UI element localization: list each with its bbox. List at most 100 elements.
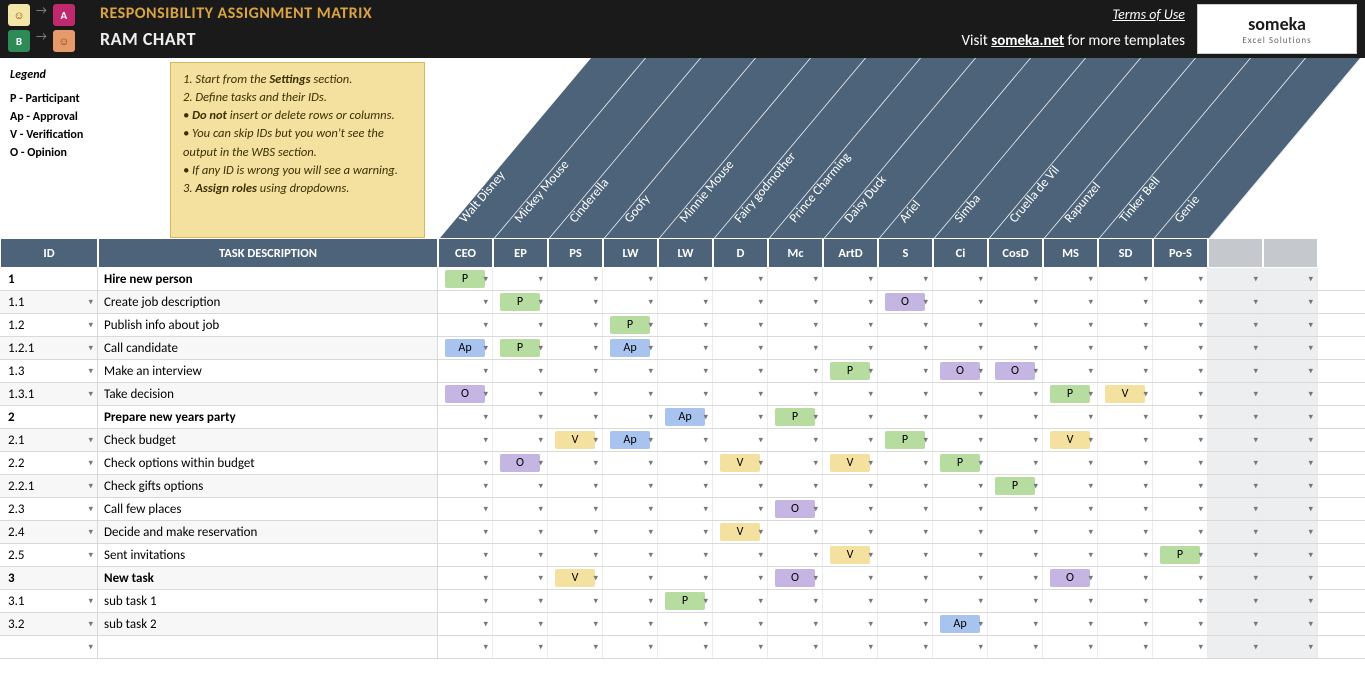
chevron-down-icon[interactable]: ▾ <box>1198 619 1203 630</box>
matrix-cell[interactable]: V▾ <box>713 521 768 543</box>
chevron-down-icon[interactable]: ▾ <box>538 297 543 308</box>
chevron-down-icon[interactable]: ▾ <box>813 504 818 515</box>
chevron-down-icon[interactable]: ▾ <box>1033 596 1038 607</box>
matrix-cell[interactable]: ▾ <box>493 475 548 497</box>
matrix-cell[interactable]: ▾ <box>1043 590 1098 612</box>
matrix-cell[interactable]: ▾ <box>1208 498 1263 520</box>
chevron-down-icon[interactable]: ▾ <box>1308 573 1313 584</box>
matrix-cell[interactable]: ▾ <box>1208 475 1263 497</box>
chevron-down-icon[interactable]: ▾ <box>923 274 928 285</box>
matrix-cell[interactable]: ▾ <box>658 521 713 543</box>
chevron-down-icon[interactable]: ▾ <box>483 343 488 354</box>
chevron-down-icon[interactable]: ▾ <box>538 596 543 607</box>
matrix-cell[interactable]: V▾ <box>713 452 768 474</box>
chevron-down-icon[interactable]: ▾ <box>648 527 653 538</box>
matrix-cell[interactable]: V▾ <box>1043 429 1098 451</box>
chevron-down-icon[interactable]: ▾ <box>1033 573 1038 584</box>
matrix-cell[interactable]: ▾ <box>548 314 603 336</box>
matrix-cell[interactable]: ▾ <box>988 268 1043 290</box>
matrix-cell[interactable]: ▾ <box>1043 475 1098 497</box>
chevron-down-icon[interactable]: ▾ <box>813 366 818 377</box>
matrix-cell[interactable]: ▾ <box>1098 406 1153 428</box>
chevron-down-icon[interactable]: ▾ <box>923 435 928 446</box>
matrix-cell[interactable]: ▾ <box>713 406 768 428</box>
matrix-cell[interactable]: P▾ <box>933 452 988 474</box>
matrix-cell[interactable]: ▾ <box>438 613 493 635</box>
chevron-down-icon[interactable]: ▾ <box>593 389 598 400</box>
chevron-down-icon[interactable]: ▾ <box>1033 366 1038 377</box>
matrix-cell[interactable]: V▾ <box>548 567 603 589</box>
matrix-cell[interactable]: ▾ <box>768 268 823 290</box>
chevron-down-icon[interactable]: ▾ <box>1033 435 1038 446</box>
chevron-down-icon[interactable]: ▾ <box>483 619 488 630</box>
matrix-cell[interactable]: ▾ <box>1043 636 1098 658</box>
chevron-down-icon[interactable]: ▾ <box>1253 481 1258 492</box>
chevron-down-icon[interactable]: ▾ <box>648 343 653 354</box>
chevron-down-icon[interactable]: ▾ <box>1198 573 1203 584</box>
chevron-down-icon[interactable]: ▾ <box>978 412 983 423</box>
chevron-down-icon[interactable]: ▾ <box>868 297 873 308</box>
matrix-cell[interactable]: ▾ <box>658 613 713 635</box>
chevron-down-icon[interactable]: ▾ <box>1033 458 1038 469</box>
matrix-cell[interactable]: ▾ <box>1098 314 1153 336</box>
chevron-down-icon[interactable]: ▾ <box>593 412 598 423</box>
chevron-down-icon[interactable]: ▾ <box>1198 389 1203 400</box>
matrix-cell[interactable]: ▾ <box>1153 452 1208 474</box>
matrix-cell[interactable]: ▾ <box>768 636 823 658</box>
chevron-down-icon[interactable]: ▾ <box>1308 642 1313 653</box>
matrix-cell[interactable]: ▾ <box>438 429 493 451</box>
matrix-cell[interactable]: ▾ <box>768 314 823 336</box>
matrix-cell[interactable]: ▾ <box>713 337 768 359</box>
chevron-down-icon[interactable]: ▾ <box>758 320 763 331</box>
id-cell[interactable]: 2.1▾ <box>0 429 98 451</box>
matrix-cell[interactable]: ▾ <box>823 613 878 635</box>
matrix-cell[interactable]: ▾ <box>1043 337 1098 359</box>
chevron-down-icon[interactable]: ▾ <box>593 481 598 492</box>
chevron-down-icon[interactable]: ▾ <box>923 642 928 653</box>
chevron-down-icon[interactable]: ▾ <box>648 550 653 561</box>
matrix-cell[interactable]: ▾ <box>438 590 493 612</box>
matrix-cell[interactable]: ▾ <box>713 291 768 313</box>
chevron-down-icon[interactable]: ▾ <box>758 596 763 607</box>
nav-a-button[interactable]: A <box>53 4 75 26</box>
id-cell[interactable]: 2 <box>0 406 98 428</box>
matrix-cell[interactable]: ▾ <box>1153 567 1208 589</box>
chevron-down-icon[interactable]: ▾ <box>1308 619 1313 630</box>
matrix-cell[interactable]: ▾ <box>933 337 988 359</box>
chevron-down-icon[interactable]: ▾ <box>978 389 983 400</box>
chevron-down-icon[interactable]: ▾ <box>1143 527 1148 538</box>
chevron-down-icon[interactable]: ▾ <box>923 481 928 492</box>
matrix-cell[interactable]: P▾ <box>878 429 933 451</box>
id-cell[interactable]: 2.4▾ <box>0 521 98 543</box>
matrix-cell[interactable]: ▾ <box>823 475 878 497</box>
chevron-down-icon[interactable]: ▾ <box>648 458 653 469</box>
matrix-cell[interactable]: ▾ <box>603 268 658 290</box>
matrix-cell[interactable]: P▾ <box>768 406 823 428</box>
chevron-down-icon[interactable]: ▾ <box>1143 389 1148 400</box>
chevron-down-icon[interactable]: ▾ <box>868 435 873 446</box>
chevron-down-icon[interactable]: ▾ <box>758 458 763 469</box>
task-cell[interactable]: Sent invitations <box>98 544 438 566</box>
chevron-down-icon[interactable]: ▾ <box>1308 320 1313 331</box>
matrix-cell[interactable]: ▾ <box>493 544 548 566</box>
chevron-down-icon[interactable]: ▾ <box>978 458 983 469</box>
matrix-cell[interactable]: ▾ <box>1153 475 1208 497</box>
visit-link[interactable]: someka.net <box>991 32 1064 50</box>
chevron-down-icon[interactable]: ▾ <box>703 389 708 400</box>
chevron-down-icon[interactable]: ▾ <box>1143 642 1148 653</box>
matrix-cell[interactable]: ▾ <box>878 268 933 290</box>
matrix-cell[interactable]: ▾ <box>1208 360 1263 382</box>
chevron-down-icon[interactable]: ▾ <box>1253 435 1258 446</box>
matrix-cell[interactable]: ▾ <box>933 429 988 451</box>
matrix-cell[interactable]: ▾ <box>1208 521 1263 543</box>
chevron-down-icon[interactable]: ▾ <box>1308 366 1313 377</box>
chevron-down-icon[interactable]: ▾ <box>1033 343 1038 354</box>
chevron-down-icon[interactable]: ▾ <box>88 527 93 538</box>
chevron-down-icon[interactable]: ▾ <box>703 458 708 469</box>
chevron-down-icon[interactable]: ▾ <box>538 642 543 653</box>
matrix-cell[interactable]: ▾ <box>768 613 823 635</box>
matrix-cell[interactable]: ▾ <box>438 498 493 520</box>
matrix-cell[interactable]: ▾ <box>933 636 988 658</box>
chevron-down-icon[interactable]: ▾ <box>813 389 818 400</box>
matrix-cell[interactable]: ▾ <box>1043 314 1098 336</box>
